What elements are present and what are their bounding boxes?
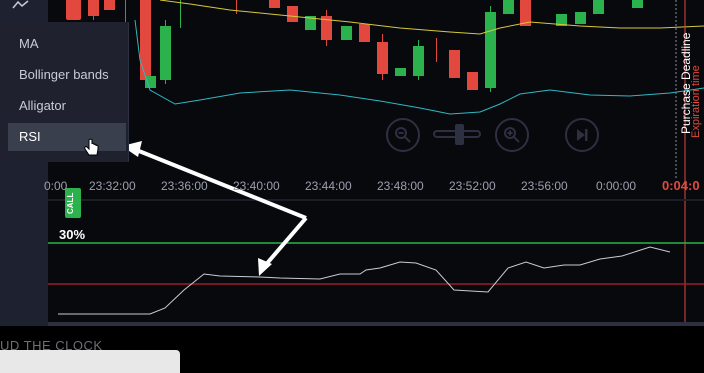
candle — [145, 76, 156, 88]
candle — [359, 24, 370, 42]
candle — [449, 50, 460, 78]
trading-chart-screen: MA Bollinger bands Alligator RSI CALL 0:… — [0, 0, 704, 373]
hand-cursor-icon — [84, 138, 99, 156]
zoom-slider-handle[interactable] — [455, 124, 464, 145]
indicator-menu: MA Bollinger bands Alligator RSI — [0, 22, 129, 162]
expiration-time-label: Expiration time — [690, 65, 702, 138]
indicators-icon[interactable] — [12, 0, 30, 10]
menu-item-rsi[interactable]: RSI — [8, 123, 126, 151]
rsi-line — [58, 246, 671, 315]
bollinger-upper-line — [159, 0, 704, 35]
candle — [269, 0, 280, 8]
candlesticks — [88, 0, 643, 92]
time-axis-label: 23:52:00 — [449, 179, 496, 193]
candle — [341, 26, 352, 40]
candle — [287, 6, 298, 22]
menu-item-alligator[interactable]: Alligator — [8, 92, 126, 120]
candle — [503, 0, 514, 14]
skip-to-end-button[interactable] — [565, 118, 599, 152]
dropdown-toggle[interactable] — [66, 0, 81, 20]
zoom-out-button[interactable] — [386, 118, 420, 152]
candle — [395, 68, 406, 76]
annotation-arrows — [122, 141, 308, 276]
time-axis-label: 23:36:00 — [161, 179, 208, 193]
skip-end-icon — [577, 129, 588, 141]
zoom-in-button[interactable] — [495, 118, 529, 152]
time-axis-label: 23:40:00 — [233, 179, 280, 193]
candle — [575, 12, 586, 24]
countdown-timer: 0:04:0 — [662, 178, 700, 193]
time-axis-label: 0:00 — [44, 179, 68, 193]
time-axis-label: 23:56:00 — [521, 179, 568, 193]
zoom-out-icon — [395, 127, 411, 143]
candle — [104, 0, 115, 10]
candle — [140, 0, 151, 80]
time-axis-label: 0:00:00 — [596, 179, 637, 193]
bottom-panel-tab[interactable] — [0, 350, 180, 373]
candle — [467, 72, 478, 90]
zoom-in-icon — [504, 127, 520, 143]
menu-item-ma[interactable]: MA — [8, 30, 126, 58]
time-axis-label: 23:44:00 — [305, 179, 352, 193]
candle — [632, 0, 643, 8]
time-axis-label: 23:48:00 — [377, 179, 424, 193]
time-axis-label: 23:32:00 — [89, 179, 136, 193]
menu-item-bollinger[interactable]: Bollinger bands — [8, 61, 126, 89]
rsi-level-label: 30% — [59, 227, 86, 242]
arrow-line — [133, 147, 307, 220]
candle — [593, 0, 604, 14]
